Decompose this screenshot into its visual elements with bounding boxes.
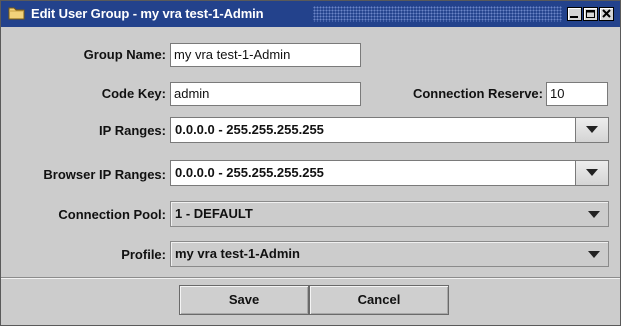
group-name-label: Group Name: — [83, 47, 166, 62]
save-button[interactable]: Save — [179, 285, 309, 315]
connection-reserve-field[interactable]: 10 — [546, 82, 608, 106]
connection-pool-value: 1 - DEFAULT — [175, 206, 253, 221]
group-name-field[interactable]: my vra test-1-Admin — [170, 43, 361, 67]
maximize-icon — [586, 10, 595, 18]
profile-value: my vra test-1-Admin — [175, 246, 300, 261]
cancel-button[interactable]: Cancel — [309, 285, 449, 315]
window-title: Edit User Group - my vra test-1-Admin — [31, 6, 264, 21]
minimize-icon — [570, 16, 578, 18]
button-bar-divider — [1, 277, 620, 278]
close-button[interactable] — [599, 7, 614, 21]
code-key-field[interactable]: admin — [170, 82, 361, 106]
ip-ranges-combo[interactable]: 0.0.0.0 - 255.255.255.255 — [170, 117, 609, 143]
connection-reserve-label: Connection Reserve: — [412, 86, 543, 101]
browser-ip-ranges-value: 0.0.0.0 - 255.255.255.255 — [175, 165, 324, 180]
browser-ip-ranges-label: Browser IP Ranges: — [43, 167, 166, 182]
close-icon — [602, 9, 611, 18]
minimize-button[interactable] — [567, 7, 582, 21]
code-key-label: Code Key: — [101, 86, 166, 101]
chevron-down-icon — [588, 211, 600, 218]
title-bar[interactable]: Edit User Group - my vra test-1-Admin — [1, 1, 620, 27]
ip-ranges-value: 0.0.0.0 - 255.255.255.255 — [175, 122, 324, 137]
chevron-down-icon — [586, 126, 598, 133]
chevron-down-icon — [586, 169, 598, 176]
browser-ip-ranges-combo[interactable]: 0.0.0.0 - 255.255.255.255 — [170, 160, 609, 186]
edit-user-group-dialog: Edit User Group - my vra test-1-Admin Gr… — [0, 0, 621, 326]
ip-ranges-dropdown-button[interactable] — [575, 118, 608, 142]
folder-icon — [8, 7, 25, 20]
profile-select[interactable]: my vra test-1-Admin — [170, 241, 609, 267]
browser-ip-ranges-dropdown-button[interactable] — [575, 161, 608, 185]
title-bar-texture — [313, 6, 562, 22]
connection-pool-select[interactable]: 1 - DEFAULT — [170, 201, 609, 227]
maximize-button[interactable] — [583, 7, 598, 21]
connection-pool-label: Connection Pool: — [58, 207, 166, 222]
profile-label: Profile: — [121, 247, 166, 262]
ip-ranges-label: IP Ranges: — [99, 123, 166, 138]
chevron-down-icon — [588, 251, 600, 258]
